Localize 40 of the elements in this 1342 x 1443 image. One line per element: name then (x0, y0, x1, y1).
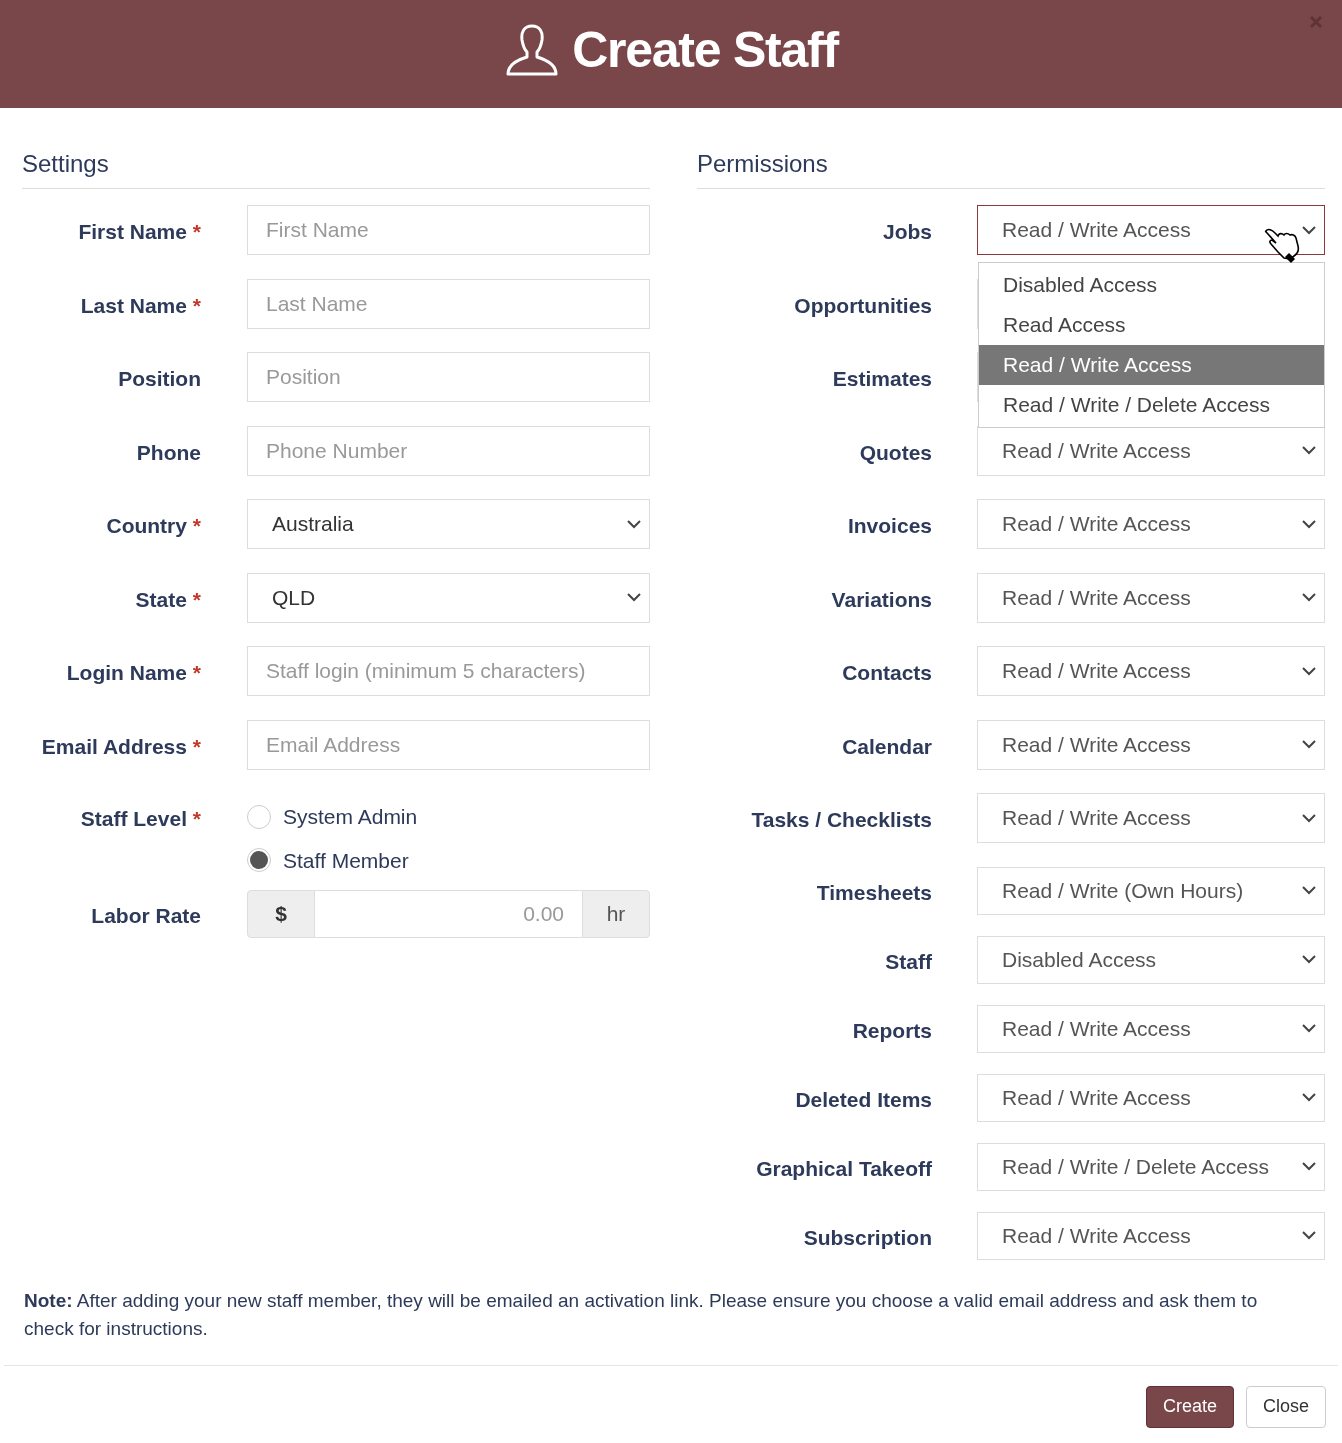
required-mark: * (192, 587, 201, 611)
required-mark: * (192, 807, 201, 830)
field-label: Email Address (41, 734, 187, 758)
field-label: Reports (852, 1018, 932, 1042)
field-label: Labor Rate (91, 903, 201, 927)
field-label: Invoices (847, 514, 932, 537)
field-label: Variations (831, 587, 932, 611)
field-label: Calendar (842, 734, 932, 758)
required-mark: * (192, 220, 201, 243)
currency-addon: $ (247, 889, 315, 938)
note-text: Note: After adding your new staff member, they will be emailed an activation link. Please ensure you choose a valid email address and ask them to check for instructions. (24, 1288, 1259, 1341)
radio-label: System Admin (283, 804, 418, 830)
field-label: Opportunities (794, 293, 932, 317)
radio-label: Staff Member (283, 847, 409, 874)
field-label: First Name (78, 220, 187, 243)
field-label: Position (118, 367, 201, 390)
field-label: Last Name (80, 293, 187, 317)
field-label: Estimates (832, 367, 932, 390)
field-label: Staff Level (80, 807, 187, 830)
field-label: State (135, 587, 187, 611)
section-heading: Permissions (697, 150, 828, 177)
field-label: Phone (136, 440, 201, 464)
field-label: Tasks / Checklists (751, 808, 932, 831)
unit-addon: hr (582, 889, 650, 938)
required-mark: * (192, 514, 201, 537)
field-label: Country (106, 514, 187, 537)
field-label: Staff (885, 949, 932, 973)
required-mark: * (192, 734, 201, 758)
field-label: Subscription (803, 1225, 932, 1249)
required-mark: * (192, 661, 201, 684)
field-label: Timesheets (816, 880, 932, 904)
field-label: Jobs (883, 220, 932, 243)
field-label: Contacts (842, 661, 932, 684)
dialog-title: Create Staff (572, 25, 838, 75)
section-heading: Settings (22, 150, 109, 177)
field-label: Login Name (66, 661, 187, 684)
required-mark: * (192, 293, 201, 317)
field-label: Quotes (859, 440, 932, 464)
field-label: Graphical Takeoff (756, 1156, 932, 1180)
field-label: Deleted Items (795, 1087, 932, 1111)
